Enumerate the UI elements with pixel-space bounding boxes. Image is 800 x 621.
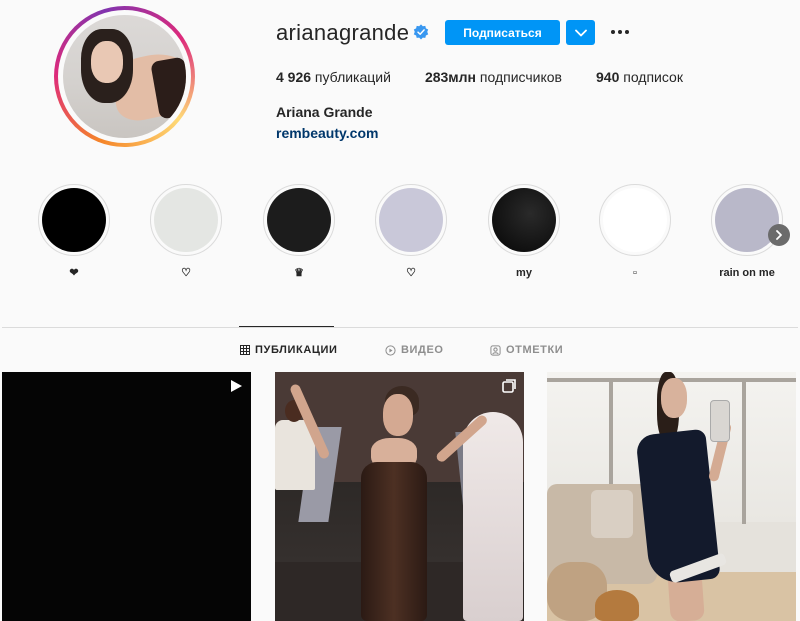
post-image-detail <box>463 412 523 621</box>
post-image-detail <box>742 378 746 524</box>
profile-avatar-frame <box>58 10 191 143</box>
highlight-ring <box>488 184 560 256</box>
avatar-face <box>91 41 123 83</box>
highlight-cover <box>715 188 779 252</box>
highlight-cover <box>42 188 106 252</box>
stat-posts: 4 926 публикаций <box>276 69 391 85</box>
carousel-icon <box>502 379 516 393</box>
tab-posts[interactable]: ПУБЛИКАЦИИ <box>240 343 338 357</box>
more-dot-icon <box>625 30 629 34</box>
chevron-right-icon <box>776 230 782 240</box>
highlight-ring <box>375 184 447 256</box>
stat-following-value: 940 <box>596 69 620 85</box>
grid-icon <box>240 345 250 355</box>
stat-posts-value: 4 926 <box>276 69 312 85</box>
highlight-label: ♡ <box>181 267 191 279</box>
highlight-item[interactable]: ❤ <box>38 184 110 280</box>
avatar <box>63 15 186 138</box>
post-thumbnail-video[interactable] <box>2 372 251 621</box>
profile-username: arianagrande <box>276 20 410 45</box>
video-icon <box>385 344 396 356</box>
active-tab-indicator <box>239 326 334 327</box>
post-image-detail <box>710 400 730 442</box>
highlight-ring <box>263 184 335 256</box>
tab-video-label: ВИДЕО <box>401 344 444 356</box>
tab-tagged-label: ОТМЕТКИ <box>506 344 564 356</box>
post-thumbnail-photo[interactable] <box>547 372 796 621</box>
chevron-down-icon <box>574 29 587 36</box>
profile-stats: 4 926 публикаций 283млн подписчиков 940 … <box>276 69 717 85</box>
stat-followers-value: 283млн <box>424 69 477 85</box>
story-highlights: ❤ ♡ ♛ ♡ my ▫ rain on me <box>38 184 798 284</box>
tabs-divider <box>2 327 798 328</box>
highlight-ring <box>599 184 671 256</box>
tab-video[interactable]: ВИДЕО <box>385 343 444 357</box>
highlight-item[interactable]: ♡ <box>375 184 447 280</box>
tab-tagged[interactable]: ОТМЕТКИ <box>490 343 563 357</box>
play-icon <box>231 380 242 392</box>
post-image-detail <box>595 590 639 621</box>
highlight-cover <box>267 188 331 252</box>
post-image-detail <box>591 490 633 538</box>
highlight-label: ♡ <box>406 267 416 279</box>
post-image-detail <box>661 378 687 418</box>
suggested-accounts-button[interactable] <box>566 20 595 45</box>
highlight-item[interactable]: ♛ <box>263 184 335 280</box>
highlight-label: rain on me <box>719 267 775 279</box>
more-options-button[interactable] <box>609 22 631 42</box>
highlight-cover <box>603 188 667 252</box>
stat-posts-label: публикаций <box>311 69 391 85</box>
stat-followers[interactable]: 283млн подписчиков <box>425 69 562 85</box>
highlight-label: ❤ <box>69 267 79 279</box>
highlight-cover <box>379 188 443 252</box>
highlight-label: ♛ <box>294 267 304 279</box>
highlight-label: ▫ <box>633 267 637 279</box>
profile-full-name: Ariana Grande <box>276 104 373 120</box>
stat-following-label: подписок <box>619 69 683 85</box>
more-dot-icon <box>611 30 615 34</box>
highlight-ring <box>711 184 783 256</box>
highlight-item[interactable]: my <box>488 184 560 280</box>
post-image-detail <box>383 394 413 436</box>
more-dot-icon <box>618 30 622 34</box>
profile-website-link[interactable]: rembeauty.com <box>276 125 378 141</box>
highlights-next-button[interactable] <box>768 224 790 246</box>
highlight-cover <box>154 188 218 252</box>
stat-followers-label: подписчиков <box>476 69 562 85</box>
post-image-detail <box>361 462 427 621</box>
profile-avatar-ring[interactable] <box>54 6 195 147</box>
follow-button[interactable]: Подписаться <box>445 20 560 45</box>
post-thumbnail-carousel[interactable] <box>275 372 524 621</box>
highlight-ring <box>150 184 222 256</box>
highlight-item[interactable]: ▫ <box>599 184 671 280</box>
highlight-item[interactable]: ♡ <box>150 184 222 280</box>
highlight-cover <box>492 188 556 252</box>
stat-following[interactable]: 940 подписок <box>596 69 683 85</box>
verified-badge-icon <box>413 24 429 40</box>
highlight-ring <box>38 184 110 256</box>
highlight-label: my <box>516 267 532 279</box>
tab-posts-label: ПУБЛИКАЦИИ <box>255 344 338 356</box>
tagged-icon <box>490 344 501 356</box>
